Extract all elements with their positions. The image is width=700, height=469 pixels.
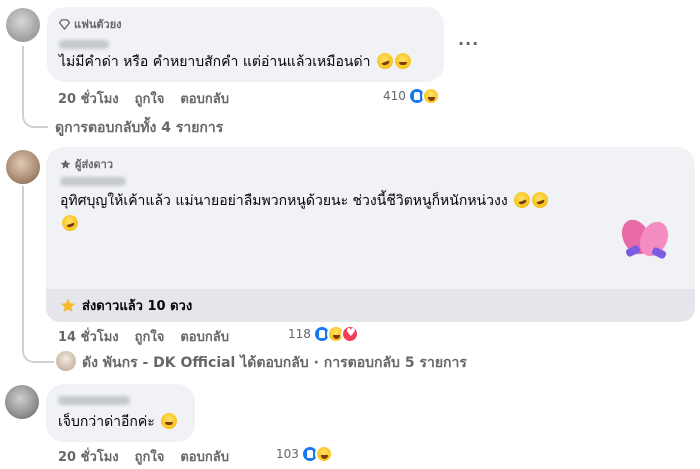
like-button[interactable]: ถูกใจ	[135, 326, 165, 347]
comment-actions: 20 ชั่วโมง ถูกใจ ตอบกลับ	[58, 446, 229, 467]
reaction-summary[interactable]: 103	[276, 445, 333, 463]
commenter-avatar[interactable]	[6, 150, 40, 184]
commenter-name-blurred[interactable]	[59, 40, 109, 49]
rofl-emoji	[374, 50, 396, 72]
thread-connector	[22, 46, 48, 128]
star-sender-badge[interactable]: ผู้ส่งดาว	[60, 155, 113, 173]
reaction-count: 103	[276, 447, 299, 461]
haha-icon	[314, 445, 333, 463]
stars-sent-bar: ส่งดาวแล้ว 10 ดวง	[46, 289, 695, 322]
comment-bubble: แฟนตัวยง ไม่มีคำด่า หรือ คำหยาบสักคำ แต่…	[47, 7, 444, 82]
rofl-emoji	[59, 212, 81, 234]
stars-sent-label: ส่งดาวแล้ว 10 ดวง	[82, 299, 193, 314]
comment-bubble: เจ็บกว่าด่าอีกค่ะ	[46, 384, 195, 442]
reply-summary-link[interactable]: ดัง พันกร - DK Official ได้ตอบกลับ · การ…	[82, 352, 467, 374]
haha-icon	[421, 87, 440, 105]
commenter-name-blurred[interactable]	[60, 177, 126, 186]
reaction-count: 410	[383, 89, 406, 103]
reply-button[interactable]: ตอบกลับ	[180, 446, 229, 467]
reply-button[interactable]: ตอบกลับ	[180, 326, 229, 347]
comment-bubble: ผู้ส่งดาว อุทิศบุญให้เค้าแล้ว แม่นายอย่า…	[46, 147, 695, 322]
replier-avatar[interactable]	[56, 351, 76, 371]
reaction-summary[interactable]: 118	[288, 325, 359, 343]
like-button[interactable]: ถูกใจ	[135, 446, 165, 467]
comment-actions: 14 ชั่วโมง ถูกใจ ตอบกลับ	[58, 326, 229, 347]
comment-text: อุทิศบุญให้เค้าแล้ว แม่นายอย่าลืมพวกหนูด…	[60, 189, 551, 211]
thread-connector	[22, 186, 54, 363]
grin-emoji	[394, 53, 411, 69]
comment-actions: 20 ชั่วโมง ถูกใจ ตอบกลับ	[58, 88, 229, 109]
like-button[interactable]: ถูกใจ	[135, 88, 165, 109]
reply-button[interactable]: ตอบกลับ	[180, 88, 229, 109]
grin-emoji	[161, 413, 178, 429]
commenter-name-blurred[interactable]	[58, 396, 130, 405]
comment-text: เจ็บกว่าด่าอีกค่ะ	[58, 412, 178, 432]
reaction-summary[interactable]: 410	[383, 87, 440, 105]
diamond-icon	[59, 18, 70, 30]
reaction-count: 118	[288, 327, 311, 341]
comment-text-line2	[59, 212, 81, 234]
fan-badge[interactable]: แฟนตัวยง	[59, 15, 122, 33]
rofl-emoji	[511, 189, 533, 211]
star-icon	[61, 298, 75, 312]
star-icon	[60, 158, 71, 169]
more-options-icon[interactable]: ···	[458, 34, 479, 53]
badge-label: ผู้ส่งดาว	[75, 158, 114, 171]
view-replies-link[interactable]: ดูการตอบกลับทั้ง 4 รายการ	[55, 117, 223, 139]
commenter-avatar[interactable]	[6, 8, 40, 42]
comment-time[interactable]: 20 ชั่วโมง	[58, 446, 119, 467]
comment-time[interactable]: 20 ชั่วโมง	[58, 88, 119, 109]
commenter-avatar[interactable]	[5, 385, 39, 419]
clapping-hands-sticker	[621, 219, 669, 259]
comment-time[interactable]: 14 ชั่วโมง	[58, 326, 119, 347]
comment-text: ไม่มีคำด่า หรือ คำหยาบสักคำ แต่อ่านแล้วเ…	[59, 50, 411, 72]
rofl-emoji	[529, 189, 551, 211]
badge-label: แฟนตัวยง	[74, 18, 122, 31]
love-icon	[340, 325, 359, 343]
